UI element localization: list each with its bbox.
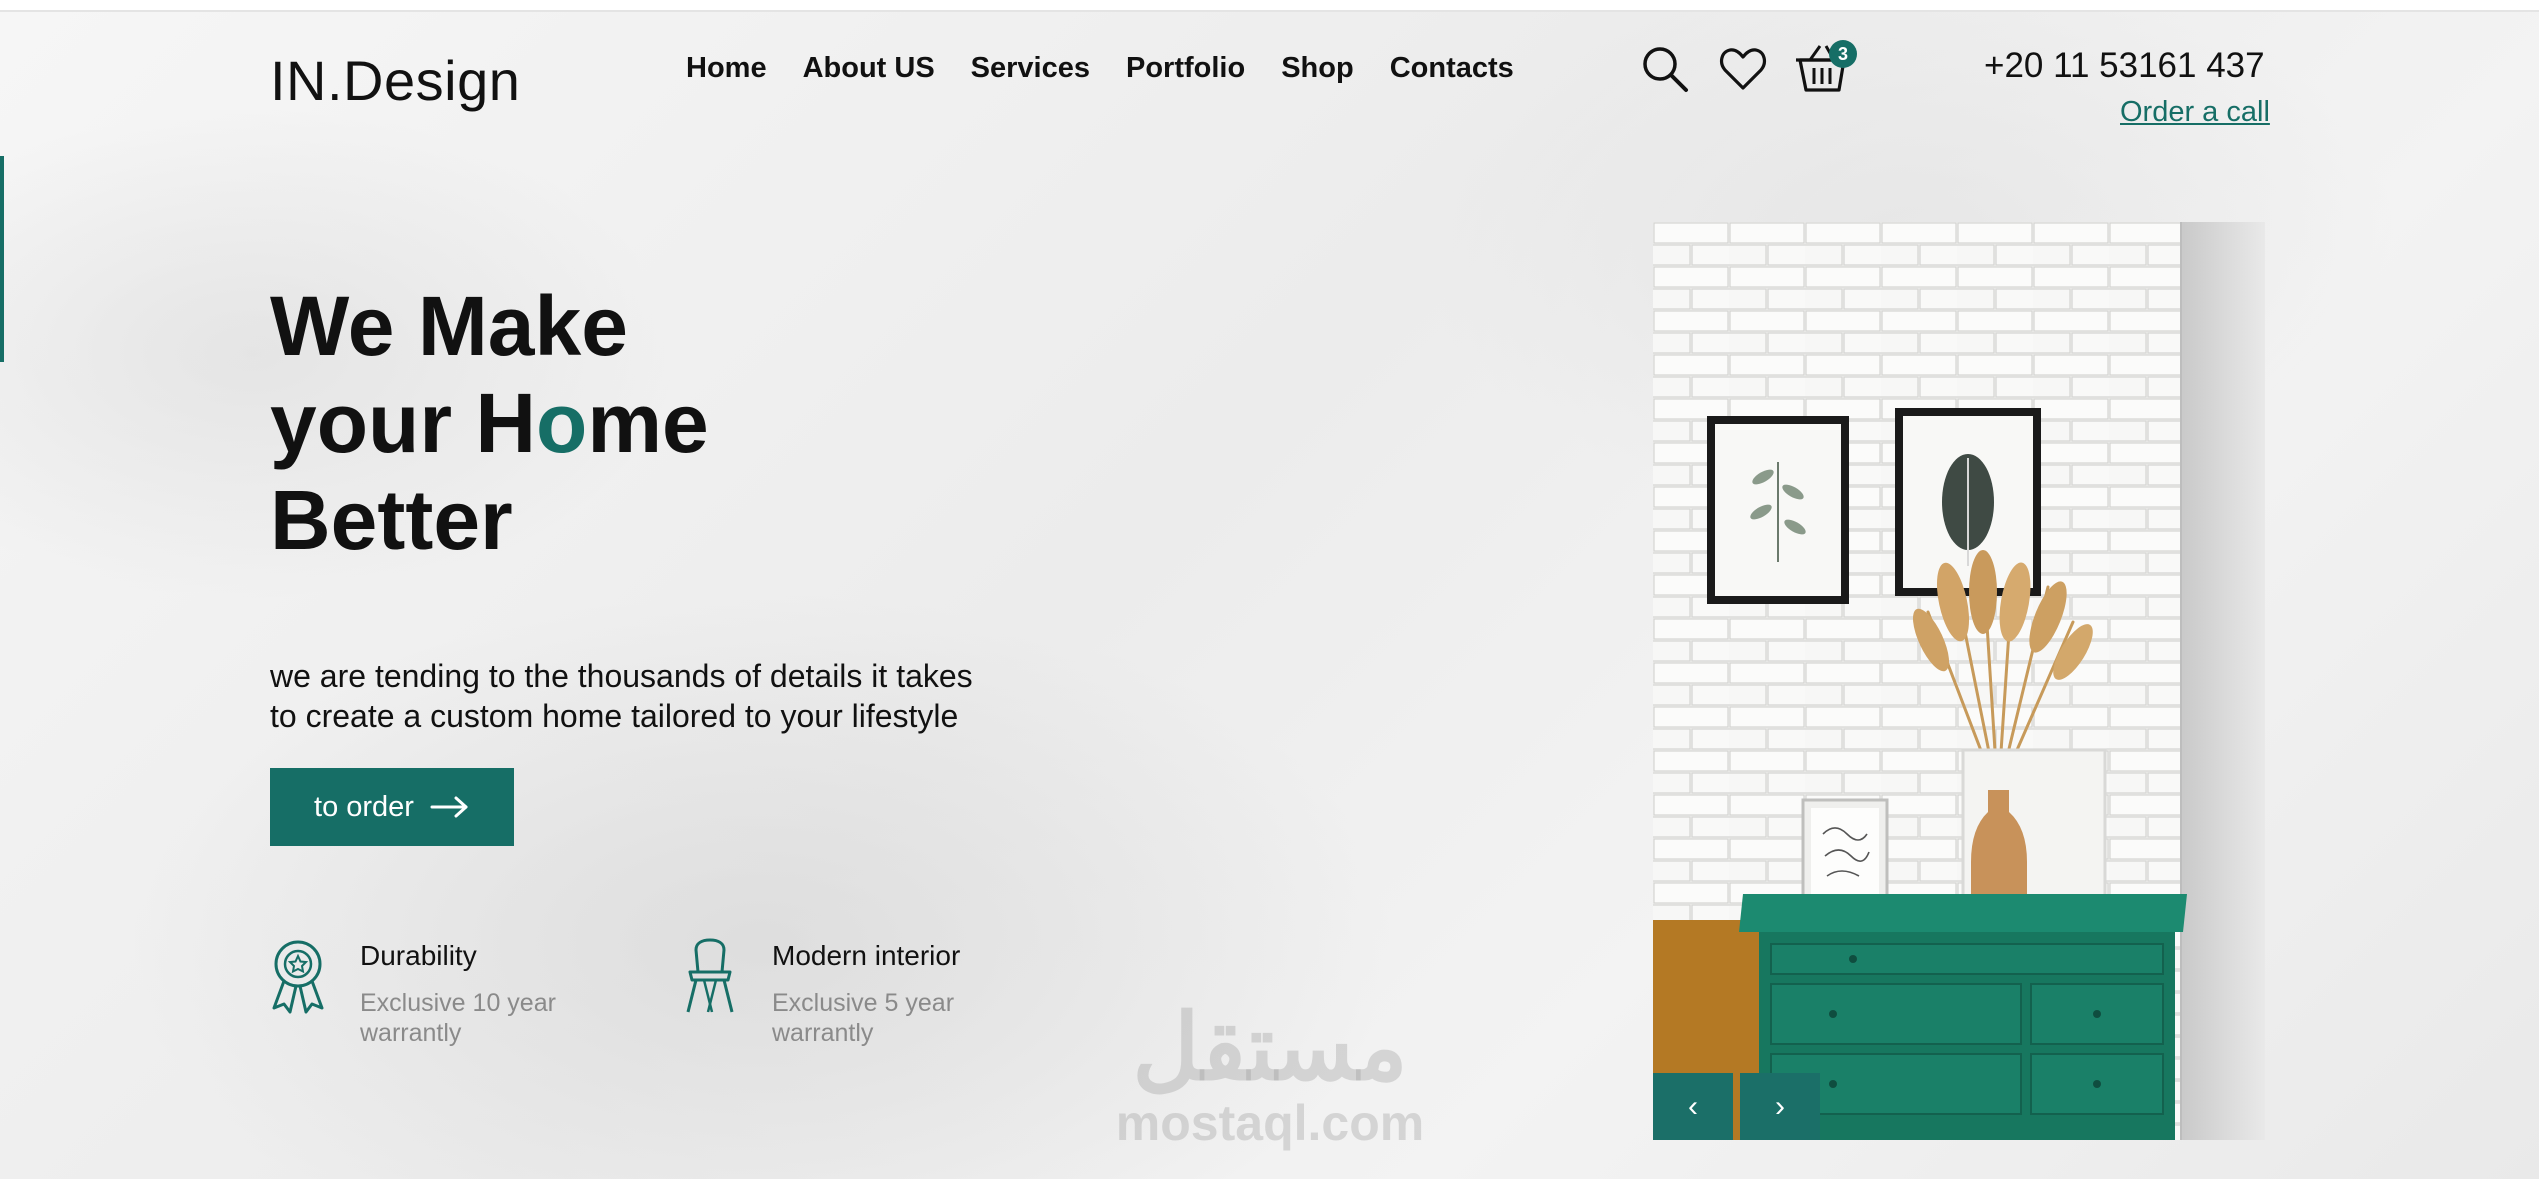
watermark-latin: mostaql.com xyxy=(1115,1095,1425,1151)
hero-description-line2: to create a custom home tailored to your… xyxy=(270,698,959,734)
hero-title-line2-start: your H xyxy=(270,376,537,470)
search-icon[interactable] xyxy=(1640,44,1690,94)
hero-description-line1: we are tending to the thousands of detai… xyxy=(270,658,973,694)
small-quote-frame xyxy=(1801,798,1889,904)
slider-prev-button[interactable]: ‹ xyxy=(1653,1073,1733,1140)
award-ribbon-icon xyxy=(272,940,324,1014)
logo[interactable]: IN.Design xyxy=(270,48,520,113)
feature-subtitle: Exclusive 5 year warrantly xyxy=(772,989,955,1047)
slider-next-button[interactable]: › xyxy=(1740,1073,1820,1140)
arrow-right-icon xyxy=(430,796,468,818)
hero-title-line3: Better xyxy=(270,473,513,567)
order-button[interactable]: to order xyxy=(270,768,514,846)
hero-title-highlight: o xyxy=(536,376,588,470)
cart-count-badge: 3 xyxy=(1829,40,1857,68)
nav-contacts[interactable]: Contacts xyxy=(1390,52,1514,85)
hero-title: We Make your Home Better xyxy=(270,278,709,569)
heart-icon[interactable] xyxy=(1719,46,1767,92)
hero-description: we are tending to the thousands of detai… xyxy=(270,656,1030,736)
watermark-arabic: مستقل xyxy=(1132,997,1408,1099)
nav-about-us[interactable]: About US xyxy=(803,52,935,85)
hero-photo xyxy=(1653,222,2265,1140)
order-button-label: to order xyxy=(314,790,414,823)
feature-title: Modern interior xyxy=(772,940,961,971)
watermark: مستقل mostaql.com xyxy=(1100,1000,1440,1150)
nav-shop[interactable]: Shop xyxy=(1281,52,1354,85)
feature-subtitle: Exclusive 10 year warrantly xyxy=(360,989,556,1047)
top-border xyxy=(0,0,2539,12)
chair-icon xyxy=(686,938,734,1013)
main-nav: Home About US Services Portfolio Shop Co… xyxy=(686,52,1514,85)
hero-title-line1: We Make xyxy=(270,279,628,373)
phone-number: +20 11 53161 437 xyxy=(1984,46,2265,85)
nav-services[interactable]: Services xyxy=(971,52,1090,85)
order-call-link[interactable]: Order a call xyxy=(2120,96,2270,129)
accent-bar xyxy=(0,156,4,362)
frame-left-art xyxy=(1707,416,1849,604)
nav-home[interactable]: Home xyxy=(686,52,767,85)
hero-title-line2-end: me xyxy=(587,376,709,470)
feature-title: Durability xyxy=(360,940,477,971)
nav-portfolio[interactable]: Portfolio xyxy=(1126,52,1245,85)
